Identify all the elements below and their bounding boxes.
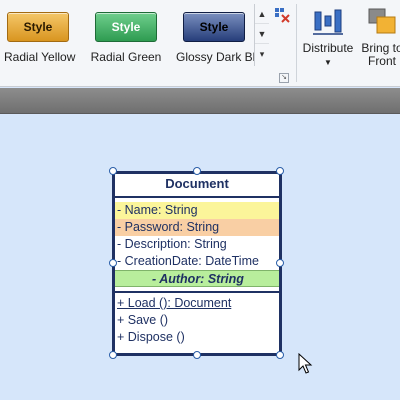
attribute-row[interactable]: - Description: String [115, 236, 279, 253]
attributes-compartment: - Name: String - Password: String - Desc… [115, 198, 279, 293]
resize-handle-right[interactable] [276, 259, 284, 267]
bring-to-front-label-2: Front [367, 54, 396, 68]
style-swatch: Style [183, 12, 245, 42]
attribute-row[interactable]: - Name: String [115, 202, 279, 219]
gallery-scrollbar: ▲ ▼ ▾ [254, 4, 269, 66]
distribute-button[interactable]: Distribute ▼ [302, 4, 354, 67]
style-caption: Radial Yellow [4, 50, 76, 64]
uml-class-document[interactable]: Document - Name: String - Password: Stri… [112, 171, 282, 356]
attribute-row[interactable]: - CreationDate: DateTime [115, 253, 279, 270]
mouse-pointer-icon [298, 352, 314, 375]
resize-handle-left[interactable] [109, 259, 117, 267]
operation-row[interactable]: + Save () [115, 312, 279, 329]
operations-compartment: + Load (): Document + Save () + Dispose … [115, 293, 279, 346]
distribute-icon [312, 6, 344, 38]
style-gallery: Style Radial Yellow Style Radial Green S… [0, 4, 256, 64]
resize-handle-bottom-left[interactable] [109, 351, 117, 359]
bring-to-front-button[interactable]: Bring to Front [358, 4, 400, 68]
style-radial-yellow[interactable]: Style Radial Yellow [4, 4, 76, 64]
attribute-row-selected[interactable]: - Author: String [115, 270, 279, 287]
attribute-row[interactable]: - Password: String [115, 219, 279, 236]
operation-row[interactable]: + Dispose () [115, 329, 279, 346]
ribbon: Style Radial Yellow Style Radial Green S… [0, 0, 400, 87]
class-title: Document [115, 174, 279, 198]
style-glossy-dark-blue[interactable]: Style Glossy Dark Bl [176, 4, 256, 64]
style-radial-green[interactable]: Style Radial Green [88, 4, 164, 64]
style-swatch: Style [95, 12, 157, 42]
gallery-more-icon[interactable]: ▾ [255, 44, 269, 64]
gallery-scroll-down-icon[interactable]: ▼ [255, 24, 269, 44]
resize-handle-top-left[interactable] [109, 167, 117, 175]
operation-label: + Load (): Document [117, 296, 232, 310]
resize-handle-top-right[interactable] [276, 167, 284, 175]
style-caption: Glossy Dark Bl [176, 50, 256, 64]
resize-handle-bottom[interactable] [193, 351, 201, 359]
style-caption: Radial Green [90, 50, 162, 64]
ruler-band [0, 88, 400, 114]
resize-handle-top[interactable] [193, 167, 201, 175]
bring-to-front-icon [366, 6, 398, 38]
gallery-scroll-up-icon[interactable]: ▲ [255, 4, 269, 24]
clear-style-icon[interactable] [274, 7, 290, 23]
distribute-label: Distribute [302, 41, 354, 55]
dialog-launcher-icon[interactable]: ↘ [279, 73, 289, 83]
chevron-down-icon: ▼ [324, 58, 332, 67]
operation-row[interactable]: + Load (): Document [115, 295, 279, 312]
resize-handle-bottom-right[interactable] [276, 351, 284, 359]
style-swatch: Style [7, 12, 69, 42]
ribbon-separator [296, 4, 297, 82]
